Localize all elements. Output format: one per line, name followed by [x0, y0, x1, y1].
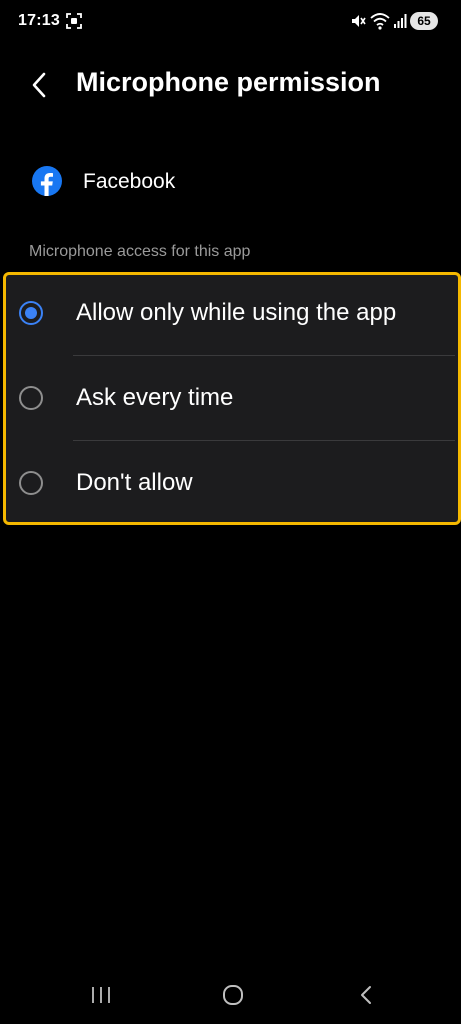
home-icon [223, 985, 243, 1005]
app-name: Facebook [83, 170, 176, 193]
status-bar: 17:13 65 [0, 0, 461, 44]
signal-icon [393, 13, 407, 29]
option-ask-every-time[interactable]: Ask every time [6, 360, 458, 442]
chevron-left-icon [32, 72, 46, 98]
radio-dot [25, 307, 37, 319]
screen: 17:13 65 Microphone permission Facebook … [0, 0, 461, 1024]
nav-back-button[interactable] [356, 984, 376, 1006]
radio-button[interactable] [19, 386, 43, 410]
divider [73, 440, 455, 441]
facebook-icon [32, 166, 62, 196]
option-label: Allow only while using the app [76, 299, 397, 326]
battery-icon: 65 [410, 12, 438, 30]
recents-button[interactable] [90, 984, 112, 1006]
option-label: Don't allow [76, 469, 193, 496]
radio-button[interactable] [19, 471, 43, 495]
wifi-icon [370, 12, 390, 30]
status-time: 17:13 [18, 12, 60, 29]
permission-options-card: Allow only while using the app Ask every… [3, 272, 461, 525]
app-row: Facebook [24, 160, 324, 204]
option-allow-while-using[interactable]: Allow only while using the app [6, 275, 458, 357]
radio-button-selected[interactable] [19, 301, 43, 325]
recents-icon [92, 987, 110, 1003]
section-label: Microphone access for this app [29, 243, 251, 260]
mute-icon [350, 13, 366, 29]
option-dont-allow[interactable]: Don't allow [6, 445, 458, 527]
home-button[interactable] [221, 983, 245, 1007]
screen-record-icon [66, 13, 82, 29]
option-label: Ask every time [76, 384, 234, 411]
back-button[interactable] [26, 68, 56, 102]
divider [73, 355, 455, 356]
back-icon [361, 986, 371, 1004]
page-title: Microphone permission [76, 67, 381, 97]
